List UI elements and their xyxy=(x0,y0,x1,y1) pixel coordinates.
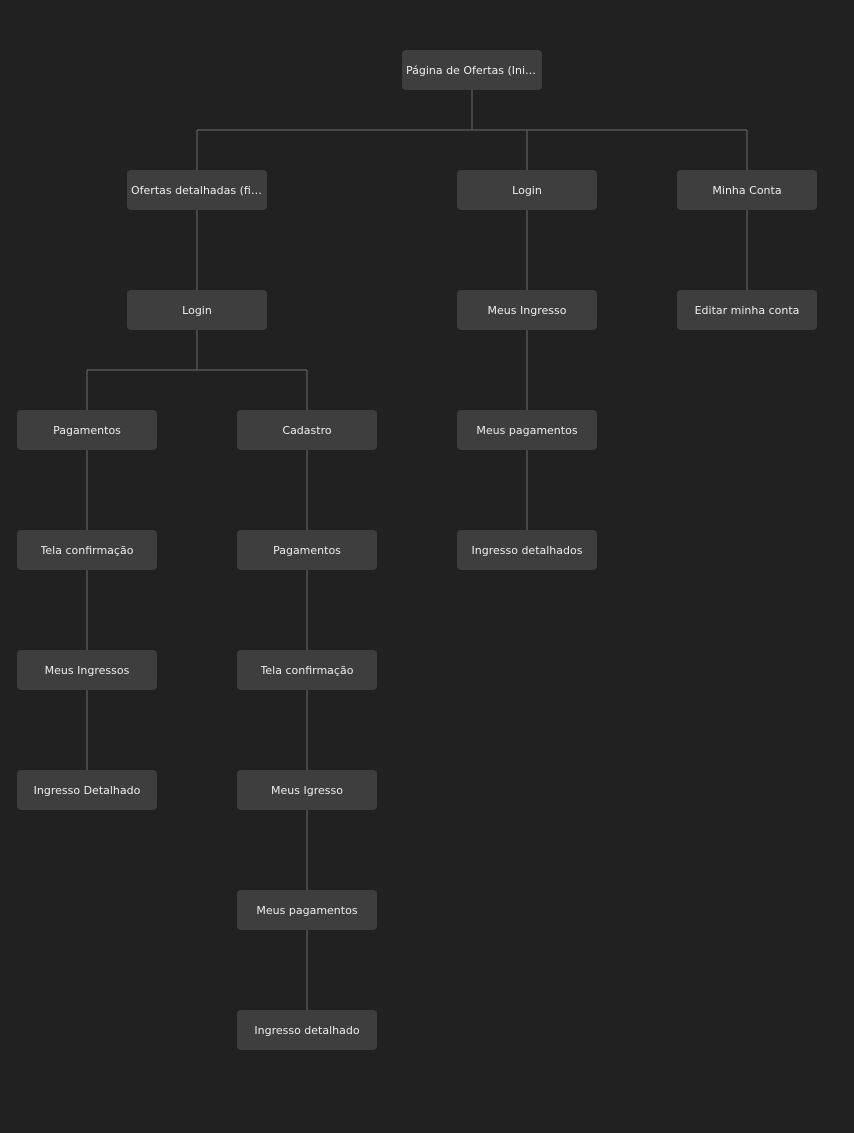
node-pagina-de-ofertas[interactable]: Página de Ofertas (Inicial) xyxy=(402,50,542,90)
node-label: Ingresso Detalhado xyxy=(33,783,141,797)
node-label: Login xyxy=(182,303,212,317)
connector-login-a xyxy=(86,330,308,410)
node-label: Meus Ingressos xyxy=(44,663,130,677)
node-pagamentos[interactable]: Pagamentos xyxy=(237,530,377,570)
node-label: Login xyxy=(512,183,542,197)
node-label: Página de Ofertas (Inicial) xyxy=(406,63,538,77)
node-label: Tela confirmação xyxy=(40,543,134,557)
node-login[interactable]: Login xyxy=(127,290,267,330)
node-meus-pagamentos[interactable]: Meus pagamentos xyxy=(457,410,597,450)
node-label: Tela confirmação xyxy=(260,663,354,677)
node-label: Cadastro xyxy=(282,423,332,437)
node-label: Ingresso detalhados xyxy=(471,543,583,557)
node-meus-ingresso[interactable]: Meus Ingresso xyxy=(457,290,597,330)
node-tela-confirmacao[interactable]: Tela confirmação xyxy=(237,650,377,690)
node-label: Pagamentos xyxy=(273,543,341,557)
sitemap-diagram: Página de Ofertas (Inicial) Ofertas deta… xyxy=(0,0,854,1133)
node-label: Meus Ingresso xyxy=(487,303,567,317)
connector-root xyxy=(196,90,748,170)
node-meus-ingressos[interactable]: Meus Ingressos xyxy=(17,650,157,690)
node-tela-confirmacao[interactable]: Tela confirmação xyxy=(17,530,157,570)
node-minha-conta[interactable]: Minha Conta xyxy=(677,170,817,210)
node-editar-minha-conta[interactable]: Editar minha conta xyxy=(677,290,817,330)
node-ingresso-detalhados[interactable]: Ingresso detalhados xyxy=(457,530,597,570)
node-label: Minha Conta xyxy=(712,183,782,197)
node-label: Ofertas detalhadas (filmes) xyxy=(131,183,263,197)
node-label: Meus pagamentos xyxy=(476,423,578,437)
node-label: Meus pagamentos xyxy=(256,903,358,917)
node-label: Editar minha conta xyxy=(694,303,800,317)
node-label: Meus Igresso xyxy=(271,783,343,797)
node-ofertas-detalhadas[interactable]: Ofertas detalhadas (filmes) xyxy=(127,170,267,210)
node-meus-pagamentos[interactable]: Meus pagamentos xyxy=(237,890,377,930)
node-pagamentos[interactable]: Pagamentos xyxy=(17,410,157,450)
node-ingresso-detalhado[interactable]: Ingresso detalhado xyxy=(237,1010,377,1050)
node-meus-igresso[interactable]: Meus Igresso xyxy=(237,770,377,810)
node-ingresso-detalhado[interactable]: Ingresso Detalhado xyxy=(17,770,157,810)
node-label: Pagamentos xyxy=(53,423,121,437)
node-login[interactable]: Login xyxy=(457,170,597,210)
node-label: Ingresso detalhado xyxy=(254,1023,360,1037)
node-cadastro[interactable]: Cadastro xyxy=(237,410,377,450)
